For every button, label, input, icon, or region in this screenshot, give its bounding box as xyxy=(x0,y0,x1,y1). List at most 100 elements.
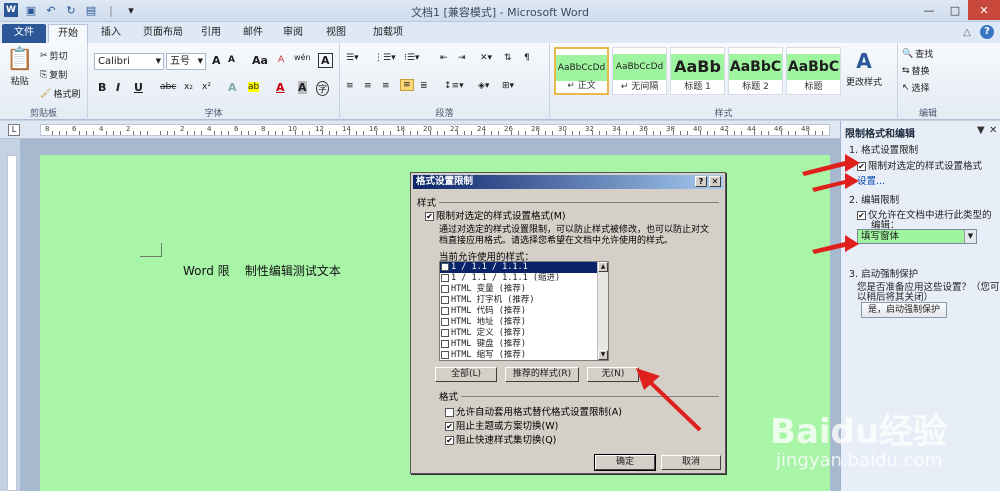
list-item[interactable]: HTML 键盘 (推荐) xyxy=(440,339,608,350)
distributed-icon[interactable]: ≣ xyxy=(420,81,428,91)
grow-font-icon[interactable]: A xyxy=(212,54,221,67)
justify-icon[interactable]: ≡ xyxy=(400,79,414,91)
checkbox-icon[interactable] xyxy=(441,339,449,348)
change-styles-button[interactable]: A 更改样式 xyxy=(846,49,882,88)
tab-review[interactable]: 审阅 xyxy=(278,24,308,43)
minimize-button[interactable]: — xyxy=(916,0,942,20)
recommended-styles-button[interactable]: 推荐的样式(R) xyxy=(505,367,579,382)
close-button[interactable]: ✕ xyxy=(968,0,1000,20)
shrink-font-icon[interactable]: A xyxy=(228,55,235,65)
find-button[interactable]: 🔍 查找 xyxy=(902,47,933,61)
edit-type-select[interactable]: 填写窗体 ▼ xyxy=(857,229,977,244)
style-heading-1[interactable]: AaBb 标题 1 xyxy=(670,47,725,95)
text-effects-icon[interactable]: A xyxy=(228,81,237,94)
multilevel-list-icon[interactable]: ⁝☰▾ xyxy=(404,53,419,63)
settings-link[interactable]: 设置... xyxy=(857,173,885,187)
horizontal-ruler[interactable]: 8 6 4 2 2 4 6 8 10 12 14 16 18 20 22 24 26 28 30 32 34 36 38 40… xyxy=(40,124,830,136)
checkbox-icon[interactable] xyxy=(441,284,449,293)
checkbox-icon[interactable] xyxy=(441,295,449,304)
align-right-icon[interactable]: ≡ xyxy=(382,81,390,91)
replace-button[interactable]: ⇆ 替换 xyxy=(902,64,930,78)
ribbon-collapse-icon[interactable]: △ xyxy=(960,24,974,43)
limit-format-checkbox[interactable]: ✔ 限制对选定的样式设置格式 xyxy=(857,158,982,172)
tab-file[interactable]: 文件 xyxy=(2,24,46,43)
italic-icon[interactable]: I xyxy=(116,81,120,94)
tab-view[interactable]: 视图 xyxy=(316,24,356,43)
checkbox-icon[interactable] xyxy=(441,262,449,271)
limit-styles-checkbox[interactable]: ✔ 限制对选定的样式设置格式(M) xyxy=(425,208,566,222)
copy-button[interactable]: ⎘ 复制 xyxy=(40,68,67,82)
scroll-up-icon[interactable]: ▲ xyxy=(598,262,608,272)
change-case-icon[interactable]: Aa xyxy=(252,54,268,67)
checkbox-icon[interactable] xyxy=(441,273,449,282)
list-item[interactable]: HTML 地址 (推荐) xyxy=(440,317,608,328)
cancel-button[interactable]: 取消 xyxy=(661,455,721,470)
style-title[interactable]: AaBbC 标题 xyxy=(786,47,841,95)
font-color-icon[interactable]: A xyxy=(276,81,285,94)
tab-references[interactable]: 引用 xyxy=(196,24,226,43)
increase-indent-icon[interactable]: ⇥ xyxy=(458,53,466,63)
tab-page-layout[interactable]: 页面布局 xyxy=(138,24,188,43)
dialog-close-icon[interactable]: ✕ xyxy=(709,176,721,187)
list-item[interactable]: HTML 缩写 (推荐) xyxy=(440,350,608,360)
align-center-icon[interactable]: ≡ xyxy=(364,81,372,91)
style-normal[interactable]: AaBbCcDd ↵ 正文 xyxy=(554,47,609,95)
bullets-icon[interactable]: ☰▾ xyxy=(346,53,359,63)
checkbox-icon[interactable] xyxy=(441,328,449,337)
borders-icon[interactable]: ⊞▾ xyxy=(502,81,514,91)
tab-mailings[interactable]: 邮件 xyxy=(238,24,268,43)
vertical-ruler[interactable] xyxy=(7,155,17,491)
help-icon[interactable]: ? xyxy=(980,25,994,39)
cut-button[interactable]: ✂ 剪切 xyxy=(40,49,68,63)
document-text[interactable]: Word 限 制性编辑测试文本 xyxy=(183,262,341,279)
tab-selector-icon[interactable]: L xyxy=(8,124,20,136)
select-button[interactable]: ↖ 选择 xyxy=(902,81,930,95)
character-shading-icon[interactable]: A xyxy=(298,81,307,94)
checkbox-icon[interactable] xyxy=(441,306,449,315)
character-border-icon[interactable]: A xyxy=(318,53,333,68)
scroll-down-icon[interactable]: ▼ xyxy=(598,350,608,360)
underline-icon[interactable]: U xyxy=(134,81,143,94)
chevron-down-icon[interactable]: ▼ xyxy=(156,54,161,69)
list-item[interactable]: 1 / 1.1 / 1.1.1 (缩进) xyxy=(440,273,608,284)
enclose-character-icon[interactable]: 字 xyxy=(316,81,330,96)
dialog-help-icon[interactable]: ? xyxy=(695,176,707,187)
tab-home[interactable]: 开始 xyxy=(48,24,88,43)
list-item[interactable]: HTML 代码 (推荐) xyxy=(440,306,608,317)
style-heading-2[interactable]: AaBbC 标题 2 xyxy=(728,47,783,95)
list-item[interactable]: HTML 定义 (推荐) xyxy=(440,328,608,339)
maximize-button[interactable]: □ xyxy=(942,0,968,20)
superscript-icon[interactable]: x² xyxy=(202,82,211,92)
show-marks-icon[interactable]: ¶ xyxy=(524,53,530,63)
ok-button[interactable]: 确定 xyxy=(594,454,656,471)
font-name-combo[interactable]: Calibri ▼ xyxy=(94,53,164,70)
select-none-button[interactable]: 无(N) xyxy=(587,367,639,382)
highlight-icon[interactable]: ab xyxy=(248,82,260,92)
styles-listbox[interactable]: 1 / 1.1 / 1.1.1 1 / 1.1 / 1.1.1 (缩进) HTM… xyxy=(439,261,609,361)
chevron-down-icon[interactable]: ▼ xyxy=(198,54,203,69)
font-size-combo[interactable]: 五号 ▼ xyxy=(166,53,206,70)
bold-icon[interactable]: B xyxy=(98,81,106,94)
select-all-button[interactable]: 全部(L) xyxy=(435,367,497,382)
chinese-layout-icon[interactable]: ✕▾ xyxy=(480,53,492,63)
format-painter-button[interactable]: 🖌 格式刷 xyxy=(40,87,80,101)
list-item[interactable]: HTML 打字机 (推荐) xyxy=(440,295,608,306)
pane-close-icon[interactable]: ✕ xyxy=(989,125,997,136)
phonetic-guide-icon[interactable]: wén xyxy=(294,53,311,62)
sort-icon[interactable]: ⇅ xyxy=(504,53,512,63)
checkbox-icon[interactable] xyxy=(441,350,449,359)
align-left-icon[interactable]: ≡ xyxy=(346,81,354,91)
block-quickstyle-checkbox[interactable]: ✔ 阻止快速样式集切换(Q) xyxy=(445,432,556,446)
tab-insert[interactable]: 插入 xyxy=(96,24,126,43)
shading-icon[interactable]: ◈▾ xyxy=(478,81,489,91)
pane-menu-icon[interactable]: ▼ xyxy=(977,125,985,136)
clear-format-icon[interactable]: A xyxy=(278,55,284,65)
checkbox-icon[interactable] xyxy=(441,317,449,326)
style-no-spacing[interactable]: AaBbCcDd ↵ 无间隔 xyxy=(612,47,667,95)
block-theme-checkbox[interactable]: ✔ 阻止主题或方案切换(W) xyxy=(445,418,558,432)
numbering-icon[interactable]: ⋮☰▾ xyxy=(374,53,396,63)
chevron-down-icon[interactable]: ▼ xyxy=(964,230,976,243)
paste-button[interactable]: 📋 粘贴 xyxy=(6,47,33,87)
subscript-icon[interactable]: x₂ xyxy=(184,82,193,92)
decrease-indent-icon[interactable]: ⇤ xyxy=(440,53,448,63)
